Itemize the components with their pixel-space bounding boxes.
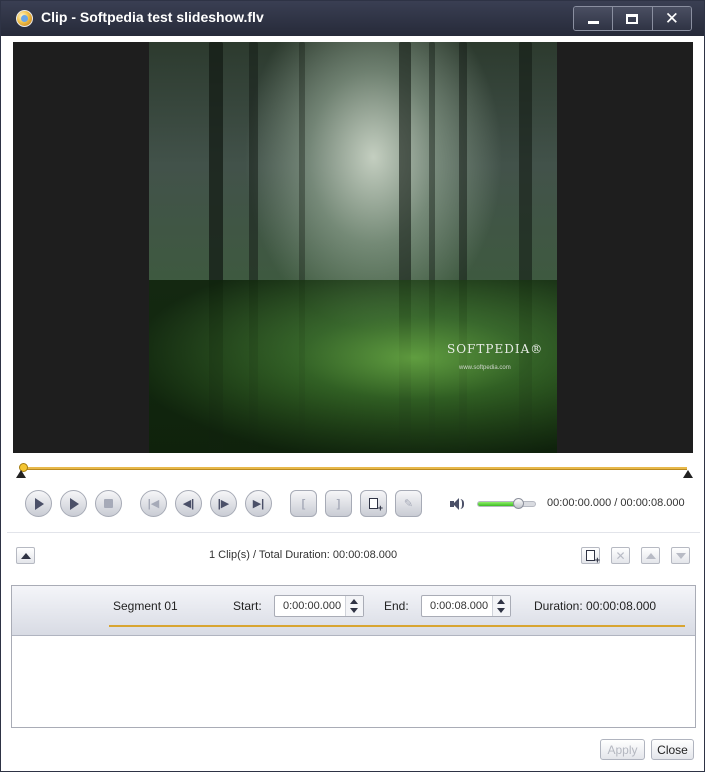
end-time-spinner[interactable] [492, 596, 510, 616]
mark-out-marker[interactable] [683, 470, 693, 478]
start-time-value: 0:00:00.000 [283, 600, 342, 612]
end-time-input[interactable]: 0:00:08.000 [421, 595, 511, 617]
stop-button[interactable] [95, 490, 122, 517]
apply-button[interactable]: Apply [600, 739, 645, 760]
video-frame: SOFTPEDIA® www.softpedia.com [149, 42, 557, 453]
new-document-icon [369, 498, 383, 513]
play-icon [35, 497, 44, 510]
spin-down-icon[interactable] [497, 608, 505, 613]
segment-row[interactable]: Segment 01 Start: 0:00:00.000 End: 0:00:… [12, 586, 695, 636]
close-button[interactable]: Close [651, 739, 694, 760]
title-bar[interactable]: Clip - Softpedia test slideshow.flv ✕ [1, 1, 704, 36]
maximize-button[interactable] [613, 7, 653, 30]
arrow-down-icon [675, 552, 686, 559]
segment-name: Segment 01 [113, 599, 178, 613]
minimize-icon [587, 21, 599, 24]
stop-icon [104, 499, 113, 508]
spin-up-icon[interactable] [497, 599, 505, 604]
watermark-url: www.softpedia.com [459, 365, 511, 371]
speaker-wave [460, 499, 464, 509]
spin-up-icon[interactable] [350, 599, 358, 604]
new-segment-button[interactable] [581, 547, 600, 565]
move-up-button[interactable] [641, 547, 660, 564]
spin-down-icon[interactable] [350, 608, 358, 613]
delete-icon: ✕ [615, 548, 626, 563]
eraser-icon: ✎ [403, 498, 414, 510]
skip-end-icon: ▶| [252, 498, 265, 510]
play-segment-button[interactable] [60, 490, 87, 517]
next-frame-button[interactable]: |▶ [210, 490, 237, 517]
divider [7, 532, 700, 533]
segment-list: Segment 01 Start: 0:00:00.000 End: 0:00:… [11, 585, 696, 728]
speaker-cone [453, 498, 459, 510]
volume-icon[interactable] [450, 497, 465, 511]
close-window-button[interactable]: ✕ [652, 7, 691, 30]
mark-out-icon: ] [336, 497, 341, 510]
volume-slider[interactable] [477, 498, 536, 509]
add-segment-button[interactable] [360, 490, 387, 517]
start-time-spinner[interactable] [345, 596, 363, 616]
collapse-icon [20, 552, 31, 559]
delete-segment-button[interactable]: ✕ [611, 547, 630, 564]
go-to-start-button[interactable]: |◀ [140, 490, 167, 517]
new-segment-icon [586, 550, 600, 565]
segment-duration: Duration: 00:00:08.000 [534, 599, 657, 613]
step-forward-icon: |▶ [217, 498, 230, 510]
clip-window: Clip - Softpedia test slideshow.flv ✕ SO… [0, 0, 705, 772]
mark-in-icon: [ [301, 497, 306, 510]
play-button[interactable] [25, 490, 52, 517]
end-label: End: [384, 599, 409, 613]
play-segment-icon [70, 497, 79, 510]
move-down-button[interactable] [671, 547, 690, 564]
skip-start-icon: |◀ [147, 498, 160, 510]
segment-timeline [109, 625, 685, 627]
mark-in-marker[interactable] [16, 470, 26, 478]
mark-in-button[interactable]: [ [290, 490, 317, 517]
window-title: Clip - Softpedia test slideshow.flv [41, 9, 264, 25]
step-back-icon: ◀| [182, 498, 195, 510]
app-icon [16, 10, 33, 27]
volume-knob[interactable] [512, 498, 524, 509]
volume-fill [478, 502, 518, 506]
maximize-icon [626, 13, 639, 24]
start-time-input[interactable]: 0:00:00.000 [274, 595, 364, 617]
mark-out-button[interactable]: ] [325, 490, 352, 517]
minimize-button[interactable] [574, 7, 614, 30]
video-preview: SOFTPEDIA® www.softpedia.com [13, 42, 693, 453]
previous-frame-button[interactable]: ◀| [175, 490, 202, 517]
window-controls: ✕ [573, 6, 692, 31]
clip-summary: 1 Clip(s) / Total Duration: 00:00:08.000 [209, 549, 398, 561]
end-time-value: 0:00:08.000 [430, 600, 489, 612]
erase-button[interactable]: ✎ [395, 490, 422, 517]
start-label: Start: [233, 599, 262, 613]
time-display: 00:00:00.000 / 00:00:08.000 [547, 497, 685, 509]
watermark-brand: SOFTPEDIA® [447, 342, 544, 356]
seek-track[interactable] [23, 467, 687, 470]
go-to-end-button[interactable]: ▶| [245, 490, 272, 517]
seek-bar[interactable] [16, 463, 693, 478]
close-icon: ✕ [664, 9, 679, 28]
arrow-up-icon [645, 552, 656, 559]
collapse-button[interactable] [16, 547, 35, 564]
